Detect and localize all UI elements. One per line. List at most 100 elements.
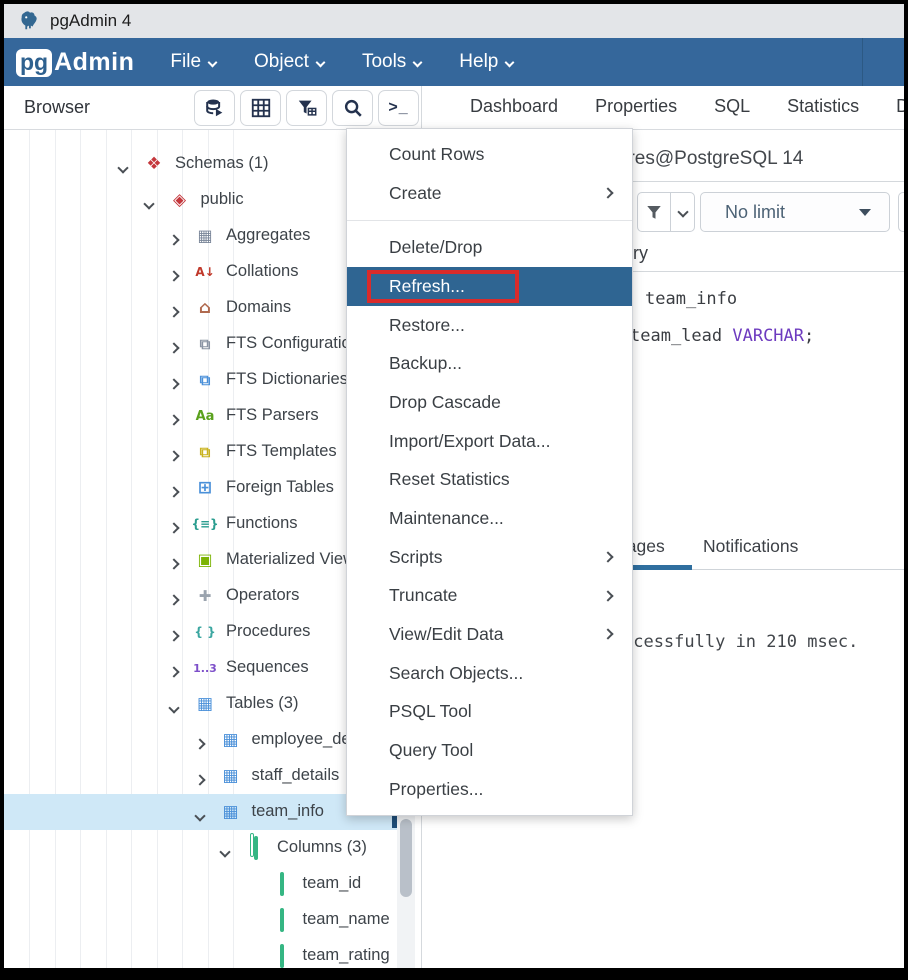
menu-item-properties[interactable]: Properties... [347,770,632,809]
tree-item-fts-parsers[interactable]: AaFTS Parsers [4,398,397,434]
title-bar: pgAdmin 4 [4,4,904,38]
caret-down-icon [859,209,871,216]
menu-item-restore[interactable]: Restore... [347,306,632,345]
tree-item-label: team_info [252,802,324,821]
expand-chevron-icon[interactable] [170,519,178,537]
tree-item-columns-3[interactable]: Columns (3) [4,830,397,866]
chevron-down-icon [208,57,218,67]
tree-scrollbar-thumb[interactable] [400,819,412,897]
expand-chevron-icon[interactable] [170,591,178,609]
data-filter-button[interactable] [638,193,670,231]
tree-item-employee-details[interactable]: ▦employee_details [4,722,397,758]
tree-item-team-rating[interactable]: team_rating [4,938,397,968]
collapse-chevron-icon[interactable] [119,159,127,177]
tree-item-staff-details[interactable]: ▦staff_details [4,758,397,794]
expand-chevron-icon[interactable] [170,663,178,681]
expand-chevron-icon[interactable] [170,339,178,357]
tree-item-fts-configurations[interactable]: ⧉FTS Configurations [4,326,397,362]
tree-item-fts-templates[interactable]: ⧉FTS Templates [4,434,397,470]
collapse-chevron-icon[interactable] [145,195,153,213]
tree-item-collations[interactable]: A↓Collations [4,254,397,290]
menu-item-label: PSQL Tool [389,701,472,722]
menu-item-search-objects[interactable]: Search Objects... [347,654,632,693]
expand-chevron-icon[interactable] [170,555,178,573]
expand-chevron-icon[interactable] [170,267,178,285]
table-button[interactable] [240,90,281,126]
table-grid-icon [250,97,272,119]
columns-icon [254,840,258,857]
tree-item-sequences[interactable]: 1..3Sequences [4,650,397,686]
menu-item-view-edit-data[interactable]: View/Edit Data [347,615,632,654]
psql-tool-button[interactable]: >_ [378,90,419,126]
menu-item-count-rows[interactable]: Count Rows [347,135,632,174]
expand-chevron-icon[interactable] [170,627,178,645]
expand-chevron-icon[interactable] [196,735,204,753]
navbar-menu-object[interactable]: Object [254,51,324,73]
tree-item-label: Foreign Tables [226,478,334,497]
context-menu: Count RowsCreateDelete/DropRefresh...Res… [346,128,633,816]
tree-icon-cell: ⌂ [193,297,217,319]
tree-item-team-name[interactable]: team_name [4,902,397,938]
tree-item-materialized-views[interactable]: ▣Materialized Views [4,542,397,578]
navbar-menu-tools[interactable]: Tools [362,51,421,73]
menu-item-drop-cascade[interactable]: Drop Cascade [347,383,632,422]
sql-line-1: team_info [645,289,737,309]
tree-item-fts-dictionaries[interactable]: ⧉FTS Dictionaries [4,362,397,398]
menu-item-delete-drop[interactable]: Delete/Drop [347,228,632,267]
expand-chevron-icon[interactable] [170,375,178,393]
tree-icon-cell [244,837,268,859]
menu-item-create[interactable]: Create [347,174,632,213]
browser-toolbar: >_ [194,90,419,126]
tree-item-foreign-tables[interactable]: ⊞Foreign Tables [4,470,397,506]
tab-notifications[interactable]: Notifications [703,536,798,557]
tree-icon-cell: ▦ [193,225,217,247]
tab-dashboard[interactable]: Dashboard [470,96,558,117]
menu-item-backup[interactable]: Backup... [347,344,632,383]
collapse-chevron-icon[interactable] [221,843,229,861]
collapse-chevron-icon[interactable] [196,807,204,825]
menu-item-scripts[interactable]: Scripts [347,538,632,577]
tree-item-label: FTS Templates [226,442,337,461]
search-button[interactable] [332,90,373,126]
tree-item-team-info[interactable]: ▦team_info [4,794,397,830]
filter-dropdown-button[interactable] [670,193,694,231]
row-limit-select[interactable]: No limit [700,192,890,232]
column-icon [280,948,284,965]
navbar-menu-help[interactable]: Help [459,51,513,73]
navbar-menu-label: Tools [362,51,406,73]
tree-item-operators[interactable]: ✚Operators [4,578,397,614]
partial-toolbar-button[interactable] [898,192,904,232]
menu-item-maintenance[interactable]: Maintenance... [347,499,632,538]
tree-item-tables-3[interactable]: ▦Tables (3) [4,686,397,722]
secondary-bar: Browser [4,86,904,130]
tab-properties[interactable]: Properties [595,96,677,117]
tree-item-public[interactable]: ◈public [4,182,397,218]
tab-sql[interactable]: SQL [714,96,750,117]
tree-item-team-id[interactable]: team_id [4,866,397,902]
menu-item-import-export-data[interactable]: Import/Export Data... [347,422,632,461]
menu-item-reset-statistics[interactable]: Reset Statistics [347,461,632,500]
tab-dependencies[interactable]: Dependencies [896,96,904,117]
expand-chevron-icon[interactable] [196,771,204,789]
menu-item-truncate[interactable]: Truncate [347,577,632,616]
tab-statistics[interactable]: Statistics [787,96,859,117]
expand-chevron-icon[interactable] [170,303,178,321]
menu-item-label: Import/Export Data... [389,431,550,452]
tree-item-schemas-1[interactable]: ❖Schemas (1) [4,146,397,182]
tree-item-procedures[interactable]: { }Procedures [4,614,397,650]
filter-button[interactable] [286,90,327,126]
expand-chevron-icon[interactable] [170,483,178,501]
navbar-menu-file[interactable]: File [170,51,216,73]
view-data-button[interactable] [194,90,235,126]
tree-item-functions[interactable]: {≡}Functions [4,506,397,542]
tree-item-label: Domains [226,298,291,317]
collapse-chevron-icon[interactable] [170,699,178,717]
menu-item-refresh[interactable]: Refresh... [347,267,632,306]
expand-chevron-icon[interactable] [170,411,178,429]
menu-item-query-tool[interactable]: Query Tool [347,731,632,770]
menu-item-psql-tool[interactable]: PSQL Tool [347,693,632,732]
tree-item-domains[interactable]: ⌂ Domains [4,290,397,326]
expand-chevron-icon[interactable] [170,447,178,465]
tree-item-aggregates[interactable]: ▦Aggregates [4,218,397,254]
expand-chevron-icon[interactable] [170,231,178,249]
